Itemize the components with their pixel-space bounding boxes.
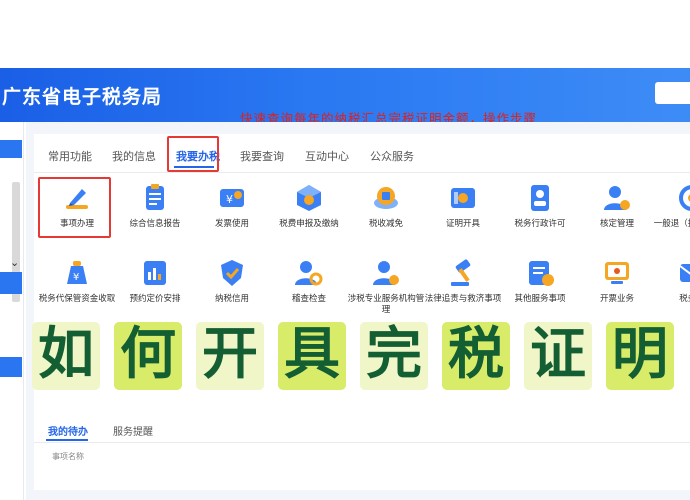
tab-service-reminder[interactable]: 服务提醒 xyxy=(113,423,153,438)
tab-my-info[interactable]: 我的信息 xyxy=(112,148,156,164)
grid-item-pricing[interactable]: 预约定价安排 xyxy=(115,258,195,320)
tax-cube-icon xyxy=(297,185,321,211)
user-gear-icon xyxy=(604,186,630,210)
banner-char-box: 明 xyxy=(606,322,674,390)
tab-interaction-center[interactable]: 互动中心 xyxy=(305,148,349,164)
user-gear-icon xyxy=(373,261,399,285)
grid-item-label: 证明开具 xyxy=(445,219,480,229)
banner-char-box: 具 xyxy=(278,322,346,390)
doc-plus-icon xyxy=(529,261,554,286)
banner-char: 何 xyxy=(120,322,176,387)
svg-text:¥: ¥ xyxy=(226,193,233,206)
mail-icon xyxy=(679,264,690,282)
grid-item-certificate[interactable]: 证明开具 xyxy=(423,183,503,245)
table-header-cell: 事项名称 xyxy=(52,452,84,461)
grid-item-label: 税费申报及缴纳 xyxy=(279,219,339,229)
grid-item-tax-relief[interactable]: 税收减免 xyxy=(346,183,426,245)
refresh-icon xyxy=(679,185,690,211)
grid-item-label: 纳税信用 xyxy=(214,294,249,304)
banner-char: 开 xyxy=(202,322,258,387)
banner-char-box: 何 xyxy=(114,322,182,390)
grid-item-tax-data[interactable]: 税务数 xyxy=(652,258,690,320)
grid-item-invoicing[interactable]: 开票业务 xyxy=(577,258,657,320)
grid-item-assessment[interactable]: 核定管理 xyxy=(577,183,657,245)
grid-item-tax-filing[interactable]: 税费申报及缴纳 xyxy=(269,183,349,245)
gavel-icon xyxy=(451,259,471,286)
grid-item-legal[interactable]: 法律追责与救济事项 xyxy=(423,258,503,320)
screenshot-root: 广东省电子税务局 快速查询每年的纳税汇总完税证明金额，操作步骤 ⌄ 常用功能 我… xyxy=(0,0,690,500)
grid-item-label: 税务行政许可 xyxy=(514,219,566,229)
sidebar-item[interactable] xyxy=(0,272,22,294)
tab-query[interactable]: 我要查询 xyxy=(240,148,284,164)
grid-item-label: 税收减免 xyxy=(368,219,403,229)
sidebar-item[interactable] xyxy=(0,357,22,377)
grid-item-label: 其他服务事项 xyxy=(514,294,566,304)
clipboard-icon xyxy=(146,184,164,210)
banner-char: 税 xyxy=(448,322,504,387)
grid-item-other[interactable]: 其他服务事项 xyxy=(500,258,580,320)
grid-item-label: 核定管理 xyxy=(599,219,634,229)
grid-item-label: 一般退（抵）税管理 xyxy=(653,219,690,229)
grid-item-label: 综合信息报告 xyxy=(129,219,181,229)
banner-char: 明 xyxy=(612,322,668,387)
tabs-divider xyxy=(34,172,690,173)
banner-char: 具 xyxy=(284,322,340,387)
coin-icon xyxy=(374,187,398,209)
tab-my-todo[interactable]: 我的待办 xyxy=(48,423,88,438)
sidebar-active-item[interactable] xyxy=(0,140,22,158)
grid-item-label: 税务数 xyxy=(679,294,690,304)
banner-char: 完 xyxy=(366,322,422,387)
shield-check-icon xyxy=(221,260,243,286)
grid-item-label: 税务代保管资金收取 xyxy=(38,294,116,304)
tab-public-services[interactable]: 公众服务 xyxy=(370,148,414,164)
grid-item-label: 预约定价安排 xyxy=(129,294,181,304)
invoice-icon: ¥ xyxy=(220,189,244,207)
grid-item-invoice[interactable]: ¥ 发票使用 xyxy=(192,183,272,245)
left-sidebar: ⌄ xyxy=(0,122,24,500)
grid-item-inspection[interactable]: 稽查检查 xyxy=(269,258,349,320)
grid-item-admin-permit[interactable]: 税务行政许可 xyxy=(500,183,580,245)
header-user-button[interactable] xyxy=(655,82,690,104)
banner-char-box: 证 xyxy=(524,322,592,390)
grid-item-agency[interactable]: 涉税专业服务机构管理 xyxy=(346,258,426,320)
banner-char-box: 税 xyxy=(442,322,510,390)
grid-item-label: 法律追责与救济事项 xyxy=(424,294,502,304)
certificate-icon xyxy=(451,188,475,208)
grid-item-label: 涉税专业服务机构管理 xyxy=(347,294,425,315)
grid-item-label: 稽查检查 xyxy=(291,294,326,304)
user-search-icon xyxy=(295,261,323,286)
grid-item-credit[interactable]: 纳税信用 xyxy=(192,258,272,320)
chart-doc-icon xyxy=(144,261,166,285)
site-title: 广东省电子税务局 xyxy=(2,86,163,108)
title-banner: 如 何 开 具 完 税 证 明 xyxy=(28,320,690,392)
svg-text:¥: ¥ xyxy=(73,272,79,283)
grid-item-label: 开票业务 xyxy=(599,294,634,304)
banner-char: 证 xyxy=(530,322,586,387)
active-tab-indicator xyxy=(46,439,88,441)
grid-item-label: 发票使用 xyxy=(214,219,249,229)
id-card-icon xyxy=(531,185,549,211)
banner-char-box: 完 xyxy=(360,322,428,390)
grid-item-custody-funds[interactable]: ¥ 税务代保管资金收取 xyxy=(37,258,117,320)
tv-ticket-icon xyxy=(605,262,629,284)
money-bag-icon: ¥ xyxy=(67,261,87,284)
grid-item-info-report[interactable]: 综合信息报告 xyxy=(115,183,195,245)
banner-char: 如 xyxy=(38,322,94,387)
tabs-divider xyxy=(34,442,690,443)
highlight-box-matters xyxy=(38,177,111,238)
chevron-down-icon[interactable]: ⌄ xyxy=(10,256,19,269)
highlight-box-tab xyxy=(167,136,219,172)
banner-char-box: 如 xyxy=(32,322,100,390)
banner-char-box: 开 xyxy=(196,322,264,390)
tab-common-functions[interactable]: 常用功能 xyxy=(48,148,92,164)
grid-item-refund[interactable]: 一般退（抵）税管理 xyxy=(652,183,690,245)
